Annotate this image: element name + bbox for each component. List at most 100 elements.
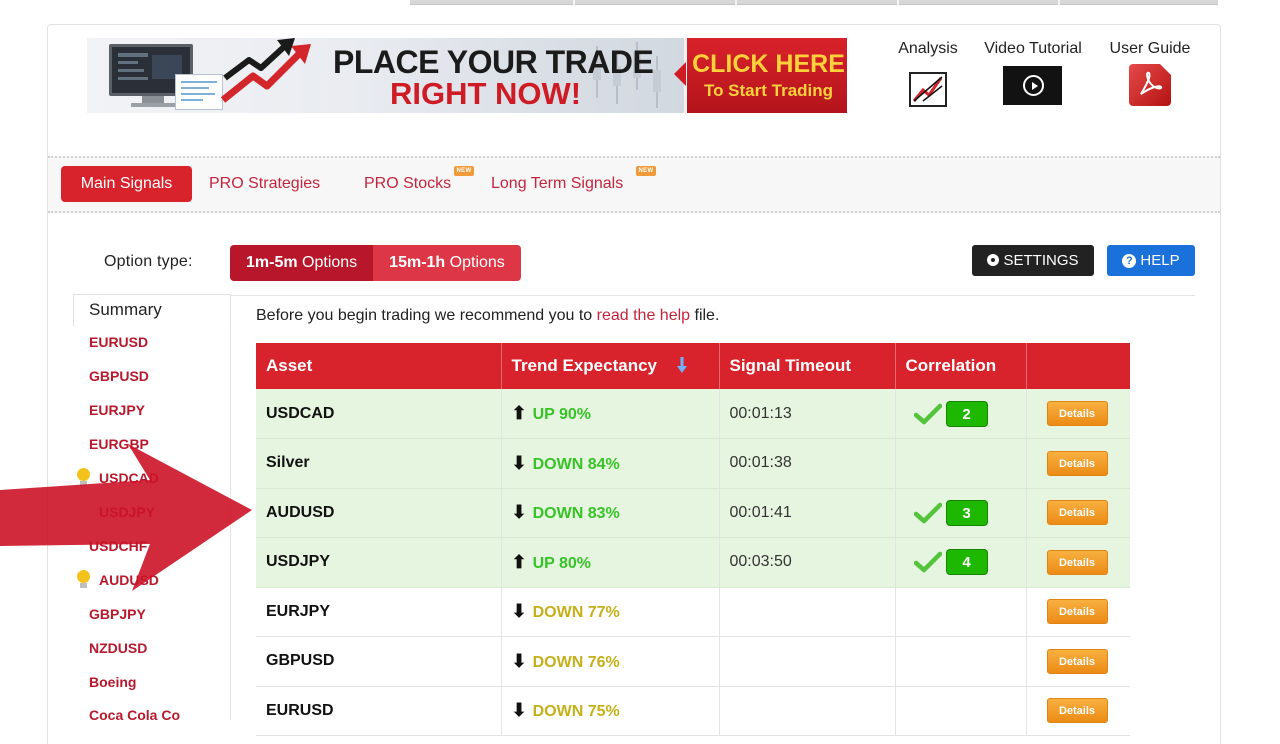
trend-value: DOWN 75%: [532, 703, 620, 721]
new-badge: NEW: [636, 166, 656, 176]
sidebar-item-gbpjpy[interactable]: GBPJPY: [89, 606, 146, 622]
pdf-icon[interactable]: [1129, 64, 1171, 106]
settings-label: SETTINGS: [1003, 252, 1079, 269]
details-cell: Details: [1026, 389, 1130, 439]
analysis-link[interactable]: Analysis: [893, 40, 963, 58]
option-15m-1h-range: 15m-1h: [389, 254, 446, 271]
arrow-up-icon: ⬆: [511, 551, 527, 572]
gear-icon: [987, 254, 1000, 266]
timeout-cell: 00:01:13: [719, 389, 896, 439]
banner-subheadline: RIGHT NOW!: [390, 76, 582, 111]
header-signal-timeout[interactable]: Signal Timeout: [719, 343, 896, 389]
arrow-down-icon: ⬇: [511, 601, 527, 622]
header-timeout-label: Signal Timeout: [729, 356, 852, 375]
correlation-badge: 2: [945, 400, 988, 427]
arrow-down-icon: ⬇: [511, 650, 527, 671]
content-divider: [230, 295, 1195, 296]
asset-cell: USDJPY: [256, 537, 502, 588]
sidebar-item-usdjpy[interactable]: USDJPY: [99, 504, 155, 520]
trend-value: DOWN 83%: [532, 505, 620, 523]
table-row[interactable]: AUDUSD ⬇ DOWN 83% 00:01:41 3 Details: [256, 488, 1130, 538]
asset-cell: EURJPY: [256, 587, 502, 637]
sidebar-item-gbpusd[interactable]: GBPUSD: [89, 368, 149, 384]
top-toolbar-strip: [410, 0, 1218, 5]
table-row[interactable]: EURUSD ⬇ DOWN 75% Details: [256, 686, 1130, 736]
details-button[interactable]: Details: [1046, 500, 1108, 526]
help-button[interactable]: ? HELP: [1107, 245, 1195, 276]
read-help-link[interactable]: read the help: [597, 307, 690, 324]
option-15m-1h-button[interactable]: 15m-1h Options: [373, 245, 521, 281]
sidebar-item-eurusd[interactable]: EURUSD: [89, 334, 148, 350]
option-1m-5m-button[interactable]: 1m-5m Options: [230, 245, 374, 281]
signals-table-body: USDCAD ⬆ UP 90% 00:01:13 2 Details Silver ⬇ DOWN…: [256, 389, 1130, 736]
analysis-icon[interactable]: [909, 72, 947, 107]
details-button[interactable]: Details: [1046, 549, 1108, 575]
sidebar-item-audusd[interactable]: AUDUSD: [99, 572, 159, 588]
settings-button[interactable]: SETTINGS: [972, 245, 1094, 276]
details-cell: Details: [1026, 537, 1130, 588]
details-cell: Details: [1026, 686, 1130, 736]
details-button[interactable]: Details: [1046, 648, 1108, 674]
asset-cell: AUDUSD: [256, 488, 502, 538]
correlation-cell: [895, 686, 1027, 736]
timeout-cell: 00:03:50: [719, 537, 896, 588]
arrow-down-icon: ⬇: [511, 452, 527, 473]
click-here-button[interactable]: CLICK HERE To Start Trading: [674, 38, 847, 113]
tab-pro-stocks[interactable]: PRO Stocks: [364, 175, 451, 193]
sidebar-item-usdchf[interactable]: USDCHF: [89, 538, 147, 554]
checkmark-icon: [913, 552, 942, 573]
details-button[interactable]: Details: [1046, 450, 1108, 476]
sidebar-summary-tab[interactable]: Summary: [73, 294, 231, 326]
table-row[interactable]: USDJPY ⬆ UP 80% 00:03:50 4 Details: [256, 537, 1130, 588]
checkmark-icon: [913, 502, 942, 523]
header-actions: [1026, 343, 1130, 389]
correlation-badge: 4: [945, 549, 988, 576]
sidebar-item-usdcad[interactable]: USDCAD: [99, 470, 159, 486]
new-badge: NEW: [454, 166, 474, 176]
tab-long-term-signals[interactable]: Long Term Signals: [491, 175, 623, 193]
sidebar-item-boeing[interactable]: Boeing: [89, 674, 136, 690]
intro-after: file.: [690, 307, 720, 324]
header-trend-label: Trend Expectancy: [511, 356, 658, 375]
sidebar-item-eurgbp[interactable]: EURGBP: [89, 436, 149, 452]
header-asset-label: Asset: [266, 356, 313, 375]
header-correlation[interactable]: Correlation: [895, 343, 1027, 389]
trend-value: DOWN 76%: [532, 653, 620, 671]
tab-pro-strategies[interactable]: PRO Strategies: [209, 175, 320, 193]
table-row[interactable]: EURJPY ⬇ DOWN 77% Details: [256, 587, 1130, 637]
sidebar-item-eurjpy[interactable]: EURJPY: [89, 402, 145, 418]
tab-main-signals[interactable]: Main Signals: [61, 166, 192, 202]
details-button[interactable]: Details: [1046, 401, 1108, 426]
sidebar-item-coca-cola[interactable]: Coca Cola Co: [89, 707, 180, 723]
timeout-cell: [719, 686, 896, 736]
asset-cell: Silver: [256, 438, 502, 489]
video-tutorial-link[interactable]: Video Tutorial: [976, 40, 1090, 58]
details-cell: Details: [1026, 587, 1130, 637]
play-video-icon[interactable]: [1003, 66, 1062, 105]
correlation-badge: 3: [945, 499, 988, 526]
header-asset[interactable]: Asset: [256, 343, 502, 389]
table-row[interactable]: USDCAD ⬆ UP 90% 00:01:13 2 Details: [256, 389, 1130, 439]
monitor-base: [131, 103, 175, 107]
trend-cell: ⬆ UP 80%: [501, 537, 720, 588]
details-cell: Details: [1026, 488, 1130, 538]
lightbulb-icon: [76, 468, 91, 488]
trend-value: UP 80%: [532, 554, 591, 572]
table-row[interactable]: Silver ⬇ DOWN 84% 00:01:38 Details: [256, 438, 1130, 489]
arrow-down-icon: ⬇: [511, 700, 527, 721]
lightbulb-icon: [76, 570, 91, 590]
header-trend-expectancy[interactable]: Trend Expectancy: [501, 343, 720, 389]
sidebar-item-nzdusd[interactable]: NZDUSD: [89, 640, 147, 656]
timeout-cell: [719, 636, 896, 687]
details-button[interactable]: Details: [1046, 599, 1108, 625]
trend-value: DOWN 77%: [532, 604, 620, 622]
trade-now-banner[interactable]: PLACE YOUR TRADE RIGHT NOW! CLICK HERE T…: [87, 38, 847, 113]
table-row[interactable]: GBPUSD ⬇ DOWN 76% Details: [256, 636, 1130, 687]
user-guide-label: User Guide: [1109, 40, 1191, 57]
trend-cell: ⬇ DOWN 84%: [501, 438, 720, 489]
option-1m-5m-suffix: Options: [297, 254, 358, 271]
header-correlation-label: Correlation: [905, 356, 997, 375]
user-guide-link[interactable]: User Guide: [1103, 40, 1197, 58]
cta-title: CLICK HERE: [692, 50, 845, 78]
cta-notch: [674, 62, 686, 86]
